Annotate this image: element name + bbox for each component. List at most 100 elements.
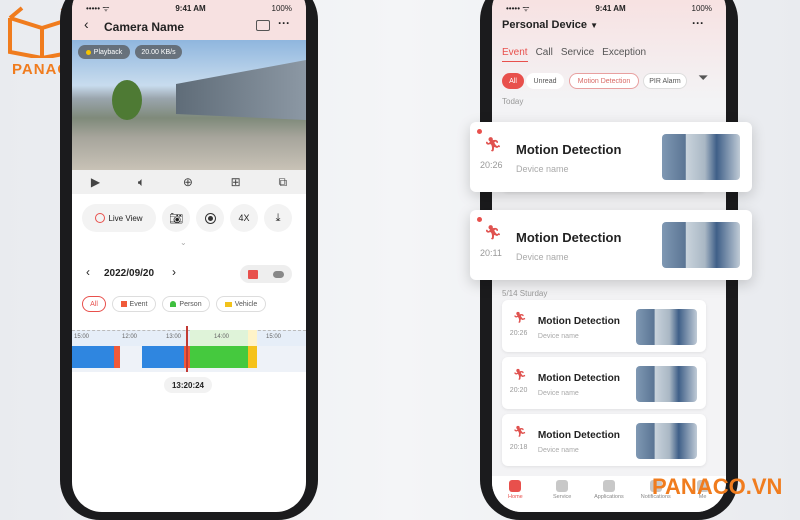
battery: 100% [691, 3, 712, 13]
motion-icon: 🏃︎ [512, 311, 527, 324]
current-time: 13:20:24 [164, 377, 212, 393]
event-card[interactable]: 🏃︎ 20:20 Motion Detection Device name [502, 357, 706, 409]
unread-dot [477, 129, 482, 134]
event-card[interactable]: 🏃︎ 20:18 Motion Detection Device name [502, 414, 706, 466]
event-thumbnail[interactable] [662, 222, 740, 268]
event-title: Motion Detection [537, 315, 620, 327]
camera-screen: ••••• ᯤ 9:41 AM 100% ‹ Camera Name ··· Pla… [72, 0, 306, 512]
left-phone: ••••• ᯤ 9:41 AM 100% ‹ Camera Name ··· Pla… [60, 0, 318, 520]
nav-item-service[interactable]: Service [542, 480, 582, 500]
tab-event[interactable]: Event [502, 47, 528, 62]
volume-icon[interactable]: 🔈︎ [138, 175, 145, 190]
event-thumbnail[interactable] [662, 134, 740, 180]
filter-event[interactable]: Event [112, 296, 156, 312]
event-thumbnail[interactable] [635, 366, 697, 403]
event-card[interactable]: 🏃︎ 20:26 Motion Detection Device name [470, 122, 752, 192]
chip-all[interactable]: All [502, 73, 524, 89]
tab-exception[interactable]: Exception [602, 47, 646, 62]
dropdown-icon: ▼ [590, 21, 598, 30]
timeline[interactable]: 15:00 12:00 13:00 14:00 15:00 [72, 326, 306, 372]
watermark: PANACO.VN [652, 474, 783, 499]
speed-button[interactable]: 4X [230, 204, 258, 232]
recording-segment[interactable] [72, 346, 114, 368]
device-selector[interactable]: Personal Device ▼ [502, 19, 598, 31]
status-time: 9:41 AM [175, 3, 206, 13]
device-name: Device name [516, 164, 569, 174]
event-card[interactable]: 🏃︎ 20:11 Motion Detection Device name [470, 210, 752, 280]
event-title: Motion Detection [516, 142, 622, 157]
add-camera-icon[interactable] [256, 20, 270, 31]
motion-icon: 🏃︎ [512, 425, 527, 438]
tab-service[interactable]: Service [561, 47, 594, 62]
next-date-button[interactable]: › [172, 265, 176, 279]
video-player[interactable] [72, 40, 306, 170]
tick-label: 14:00 [214, 334, 230, 340]
event-time: 20:20 [509, 386, 528, 394]
download-button[interactable]: ⤓ [264, 204, 292, 232]
recording-segment[interactable] [142, 346, 184, 368]
service-icon [556, 480, 569, 492]
more-icon[interactable]: ··· [692, 16, 704, 30]
vehicle-segment[interactable] [248, 330, 257, 368]
playback-badge: Playback [78, 45, 130, 59]
snapshot-button[interactable]: 📷︎ [162, 204, 190, 232]
play-icon[interactable]: ▶ [91, 175, 100, 189]
event-segment[interactable] [114, 346, 120, 368]
chip-unread[interactable]: Unread [526, 73, 564, 89]
unread-dot [477, 217, 482, 222]
record-button[interactable] [196, 204, 224, 232]
section-today: Today [502, 97, 524, 106]
filter-all[interactable]: All [82, 296, 106, 312]
filter-person[interactable]: Person [162, 296, 210, 312]
status-time: 9:41 AM [595, 3, 626, 13]
event-time: 20:11 [480, 248, 502, 258]
storage-toggle[interactable] [240, 265, 292, 283]
nav-item-applications[interactable]: Applications [589, 480, 629, 500]
nav-item-home[interactable]: Home [495, 480, 535, 500]
tick-label: 12:00 [122, 334, 138, 340]
back-button[interactable]: ‹ [84, 16, 89, 32]
more-icon[interactable]: ··· [278, 16, 290, 30]
fullscreen-icon[interactable]: ⧉ [279, 175, 288, 190]
date-label: 2022/09/20 [104, 268, 155, 279]
home-icon [509, 480, 522, 492]
chip-pir-alarm[interactable]: PIR Alarm [643, 73, 687, 89]
person-icon [170, 301, 177, 307]
device-name: Device name [537, 332, 579, 340]
filter-icon[interactable]: ⏷ [698, 70, 708, 86]
event-title: Motion Detection [537, 372, 620, 384]
event-thumbnail[interactable] [635, 309, 697, 346]
playhead[interactable] [186, 326, 188, 372]
device-name: Device name [537, 389, 579, 397]
chip-motion-detection[interactable]: Motion Detection [569, 73, 639, 89]
cloud-icon[interactable] [273, 270, 285, 278]
event-card[interactable]: 🏃︎ 20:26 Motion Detection Device name [502, 300, 706, 352]
prev-date-button[interactable]: ‹ [86, 265, 90, 279]
bitrate-badge: 20.00 KB/s [135, 45, 182, 59]
section-date: 5/14 Sturday [502, 289, 548, 298]
control-bar: ▶ 🔈︎ ⊕ ⊞ ⧉ [72, 170, 306, 194]
device-name: Device name [537, 446, 579, 454]
playback-dot-icon [85, 49, 91, 55]
live-view-button[interactable]: Live View [82, 204, 156, 232]
status-bar: ••••• ᯤ 9:41 AM 100% [86, 3, 292, 13]
event-thumbnail[interactable] [635, 423, 697, 460]
event-time: 20:26 [480, 160, 503, 170]
event-title: Motion Detection [516, 230, 622, 245]
motion-icon: 🏃︎ [512, 368, 527, 381]
play-circle-icon [95, 213, 106, 223]
tick-label: 13:00 [166, 334, 182, 340]
vehicle-icon [224, 301, 232, 307]
sd-card-icon[interactable] [247, 269, 258, 279]
event-time: 20:18 [509, 443, 528, 451]
filter-vehicle[interactable]: Vehicle [216, 296, 266, 312]
expand-chevron-icon[interactable]: ⌄ [180, 238, 187, 247]
zoom-icon[interactable]: ⊕ [183, 175, 193, 189]
device-name: Device name [516, 252, 569, 262]
event-time: 20:26 [509, 329, 528, 337]
tabs: Event Call Service Exception [502, 47, 646, 62]
page-title: Camera Name [104, 20, 185, 34]
tab-call[interactable]: Call [536, 47, 553, 62]
battery: 100% [271, 3, 292, 13]
grid-icon[interactable]: ⊞ [231, 175, 241, 189]
